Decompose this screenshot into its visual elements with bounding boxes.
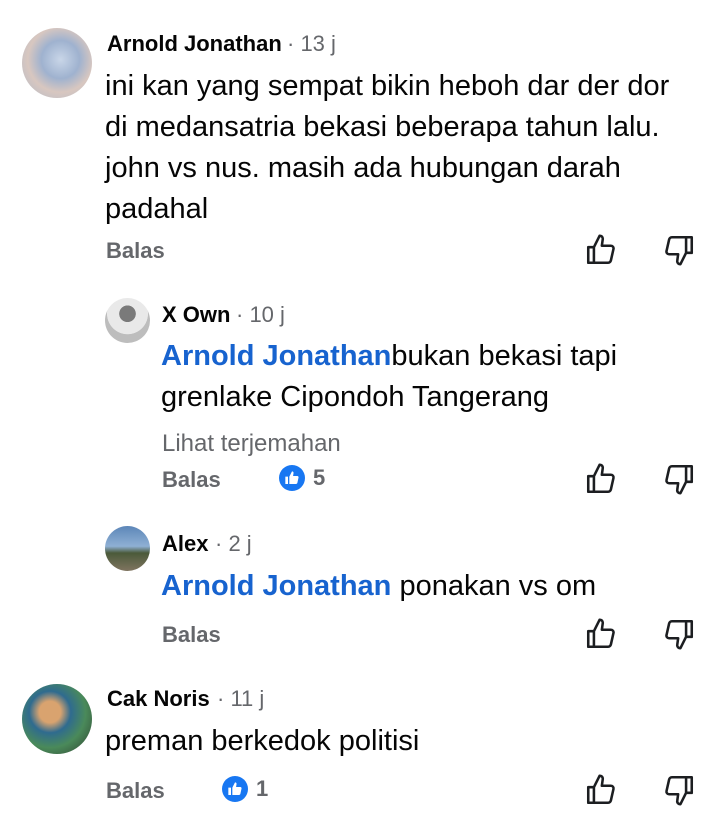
comment-text: ini kan yang sempat bikin heboh dar der … <box>105 70 670 225</box>
commenter-name[interactable]: Cak Noris <box>107 686 210 712</box>
mention-link[interactable]: Arnold Jonathan <box>161 570 391 602</box>
thumbs-up-icon[interactable] <box>584 233 618 267</box>
like-count[interactable]: 1 <box>222 776 268 802</box>
avatar[interactable] <box>22 28 92 98</box>
commenter-name[interactable]: Alex <box>162 531 208 557</box>
thumbs-down-icon[interactable] <box>662 617 696 651</box>
like-badge-icon <box>222 776 248 802</box>
reply-button[interactable]: Balas <box>106 238 165 264</box>
mention-link[interactable]: Arnold Jonathan <box>161 340 391 372</box>
comment-time: · 10 j <box>236 302 285 327</box>
avatar[interactable] <box>105 526 150 571</box>
like-number: 1 <box>256 776 269 801</box>
avatar[interactable] <box>22 684 92 754</box>
reply-button[interactable]: Balas <box>162 467 221 493</box>
reply-button[interactable]: Balas <box>162 622 221 648</box>
avatar[interactable] <box>105 298 150 343</box>
commenter-name[interactable]: Arnold Jonathan <box>107 31 282 57</box>
thumbs-down-icon[interactable] <box>662 773 696 807</box>
like-count[interactable]: 5 <box>279 465 325 491</box>
comment-time: · 2 j <box>215 531 252 556</box>
like-number: 5 <box>313 465 326 490</box>
translate-link[interactable]: Lihat terjemahan <box>162 430 341 458</box>
comment-text: preman berkedok politisi <box>105 725 420 757</box>
thumbs-down-icon[interactable] <box>662 233 696 267</box>
reply-button[interactable]: Balas <box>106 778 165 804</box>
thumbs-up-icon[interactable] <box>584 462 618 496</box>
thumbs-up-icon[interactable] <box>584 773 618 807</box>
commenter-name[interactable]: X Own <box>162 302 230 328</box>
comment-text: Arnold Jonathan ponakan vs om <box>161 570 597 602</box>
thumbs-up-icon[interactable] <box>584 617 618 651</box>
comment-time: · 11 j <box>217 686 265 711</box>
comment-time: · 13 j <box>287 31 336 56</box>
thumbs-down-icon[interactable] <box>662 462 696 496</box>
like-badge-icon <box>279 465 305 491</box>
comment-text: Arnold Jonathanbukan bekasi tapi grenlak… <box>161 340 618 413</box>
